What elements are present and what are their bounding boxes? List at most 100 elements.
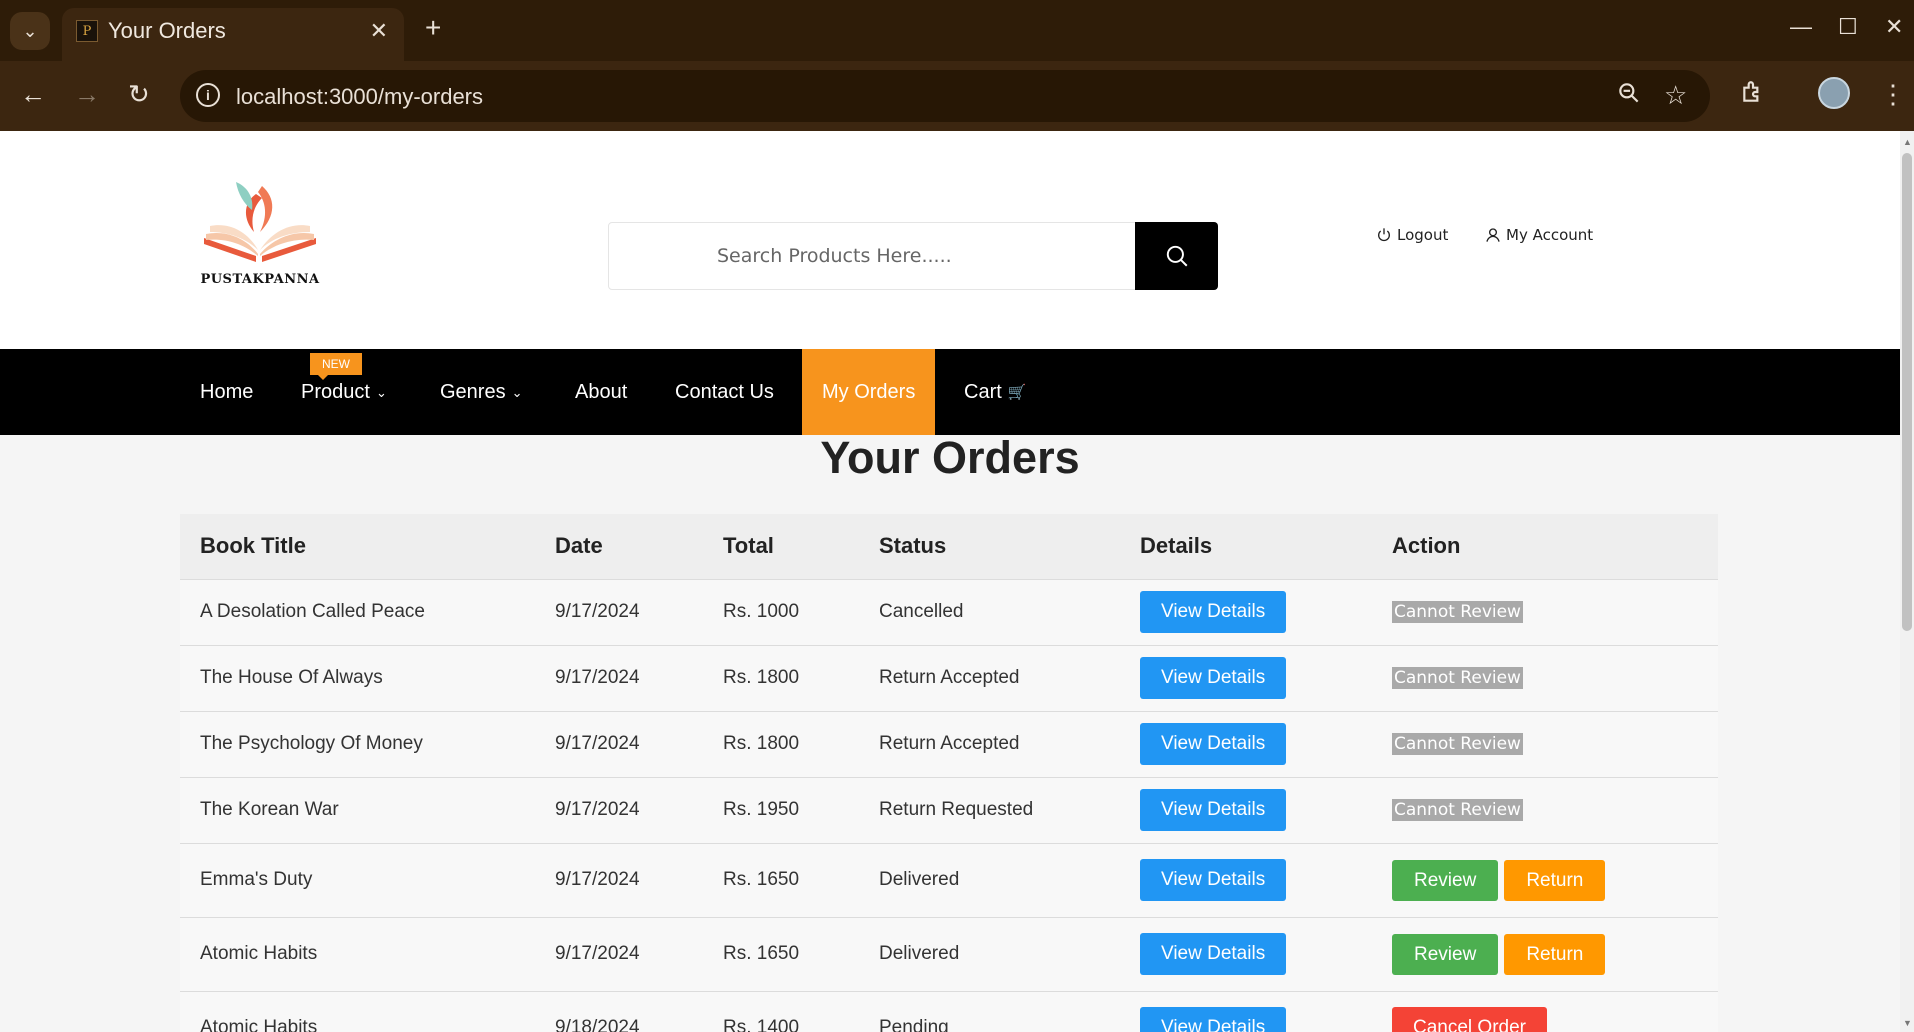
table-row: The House Of Always 9/17/2024 Rs. 1800 R…: [180, 645, 1718, 712]
scroll-up-arrow-icon[interactable]: ▲: [1903, 137, 1912, 147]
cell-details: View Details: [1120, 777, 1372, 844]
search-input[interactable]: [609, 223, 1134, 289]
cell-title: Atomic Habits: [180, 917, 535, 992]
window-close-icon[interactable]: ✕: [1885, 14, 1903, 40]
browser-tab[interactable]: P Your Orders ✕: [62, 8, 404, 61]
col-header-date: Date: [535, 514, 703, 580]
reload-icon[interactable]: ↻: [128, 79, 150, 110]
cell-status: Return Accepted: [859, 711, 1120, 778]
cell-date: 9/17/2024: [535, 579, 703, 646]
view-details-button[interactable]: View Details: [1140, 933, 1287, 975]
logout-link[interactable]: Logout: [1376, 226, 1448, 244]
browser-toolbar: ← → ↻ i localhost:3000/my-orders ☆ ⋮: [0, 61, 1914, 131]
more-menu-icon[interactable]: ⋮: [1880, 79, 1906, 110]
return-button[interactable]: Return: [1504, 933, 1606, 975]
nav-home[interactable]: Home: [200, 349, 253, 435]
cell-action: Review Return: [1372, 917, 1718, 992]
nav-genres-label: Genres: [440, 380, 506, 403]
cart-icon: 🛒: [1007, 384, 1027, 401]
nav-cart[interactable]: Cart 🛒: [964, 349, 1026, 435]
page-scrollbar[interactable]: ▲ ▼: [1900, 131, 1914, 1032]
cell-title: Atomic Habits: [180, 991, 535, 1032]
chevron-down-icon: ⌄: [22, 20, 38, 41]
cell-status: Cancelled: [859, 579, 1120, 646]
minimize-icon[interactable]: —: [1790, 14, 1812, 40]
cell-details: View Details: [1120, 711, 1372, 778]
cannot-review-label: Cannot Review: [1392, 667, 1523, 689]
address-bar[interactable]: i localhost:3000/my-orders ☆: [180, 70, 1710, 122]
view-details-button[interactable]: View Details: [1140, 789, 1287, 831]
maximize-icon[interactable]: ☐: [1838, 14, 1858, 40]
scroll-thumb[interactable]: [1902, 153, 1912, 631]
nav-genres[interactable]: Genres ⌄: [440, 349, 523, 435]
view-details-button[interactable]: View Details: [1140, 657, 1287, 699]
tab-title: Your Orders: [108, 18, 226, 43]
cell-title: The House Of Always: [180, 645, 535, 712]
cell-date: 9/17/2024: [535, 843, 703, 918]
table-row: The Psychology Of Money 9/17/2024 Rs. 18…: [180, 711, 1718, 778]
cell-total: Rs. 1650: [703, 843, 859, 918]
close-icon[interactable]: ✕: [370, 18, 388, 44]
col-header-details: Details: [1120, 514, 1372, 580]
cell-status: Delivered: [859, 843, 1120, 918]
browser-chrome: ⌄ P Your Orders ✕ + — ☐ ✕ ← → ↻ i localh…: [0, 0, 1914, 131]
plus-icon[interactable]: +: [425, 12, 441, 44]
cannot-review-label: Cannot Review: [1392, 799, 1523, 821]
nav-my-orders[interactable]: My Orders: [802, 349, 936, 435]
my-account-link[interactable]: My Account: [1485, 226, 1593, 244]
cannot-review-label: Cannot Review: [1392, 601, 1523, 623]
bookmark-star-icon[interactable]: ☆: [1664, 80, 1687, 111]
profile-avatar[interactable]: [1818, 77, 1850, 109]
review-button[interactable]: Review: [1392, 933, 1499, 975]
extensions-icon[interactable]: [1740, 79, 1766, 112]
cell-date: 9/17/2024: [535, 917, 703, 992]
main-nav: NEW Home Product ⌄ Genres ⌄ About Contact …: [0, 349, 1900, 435]
site-logo[interactable]: PUSTAKPANNA: [196, 176, 324, 296]
nav-product-label: Product: [301, 380, 370, 403]
cell-total: Rs. 1400: [703, 991, 859, 1032]
cell-action: Cannot Review: [1372, 777, 1718, 844]
table-row: Emma's Duty 9/17/2024 Rs. 1650 Delivered…: [180, 843, 1718, 918]
book-logo-icon: [204, 182, 316, 262]
col-header-book-title: Book Title: [180, 514, 535, 580]
cell-status: Delivered: [859, 917, 1120, 992]
forward-arrow-icon[interactable]: →: [74, 79, 100, 110]
cell-date: 9/17/2024: [535, 711, 703, 778]
scroll-down-arrow-icon[interactable]: ▼: [1903, 1018, 1912, 1028]
zoom-icon[interactable]: [1616, 80, 1642, 113]
info-icon[interactable]: i: [196, 83, 220, 107]
nav-contact[interactable]: Contact Us: [675, 349, 774, 435]
page-title: Your Orders: [820, 432, 1080, 483]
col-header-action: Action: [1372, 514, 1718, 580]
search-button[interactable]: [1135, 222, 1218, 290]
nav-my-orders-label: My Orders: [822, 380, 916, 403]
cell-date: 9/18/2024: [535, 991, 703, 1032]
url-text[interactable]: localhost:3000/my-orders: [236, 84, 483, 110]
view-details-button[interactable]: View Details: [1140, 1007, 1287, 1032]
table-row: Atomic Habits 9/18/2024 Rs. 1400 Pending…: [180, 991, 1718, 1032]
cell-title: The Korean War: [180, 777, 535, 844]
nav-about[interactable]: About: [575, 349, 627, 435]
cell-action: Cannot Review: [1372, 579, 1718, 646]
cell-total: Rs. 1650: [703, 917, 859, 992]
cell-title: The Psychology Of Money: [180, 711, 535, 778]
view-details-button[interactable]: View Details: [1140, 723, 1287, 765]
cell-total: Rs. 1800: [703, 645, 859, 712]
cell-status: Return Accepted: [859, 645, 1120, 712]
chevron-down-icon: ⌄: [511, 385, 523, 400]
view-details-button[interactable]: View Details: [1140, 591, 1287, 633]
review-button[interactable]: Review: [1392, 859, 1499, 901]
tab-search-button[interactable]: ⌄: [10, 12, 50, 50]
user-icon: [1486, 228, 1500, 242]
return-button[interactable]: Return: [1504, 859, 1606, 901]
page-viewport: PUSTAKPANNA Logout My Account NEW Home P…: [0, 131, 1900, 1032]
cell-status: Return Requested: [859, 777, 1120, 844]
cell-action: Cannot Review: [1372, 645, 1718, 712]
view-details-button[interactable]: View Details: [1140, 859, 1287, 901]
nav-product[interactable]: Product ⌄: [301, 349, 387, 435]
table-row: A Desolation Called Peace 9/17/2024 Rs. …: [180, 579, 1718, 646]
cancel-order-button[interactable]: Cancel Order: [1392, 1007, 1547, 1032]
back-arrow-icon[interactable]: ←: [20, 79, 46, 110]
my-account-label: My Account: [1506, 226, 1594, 244]
nav-cart-label: Cart: [964, 380, 1002, 403]
